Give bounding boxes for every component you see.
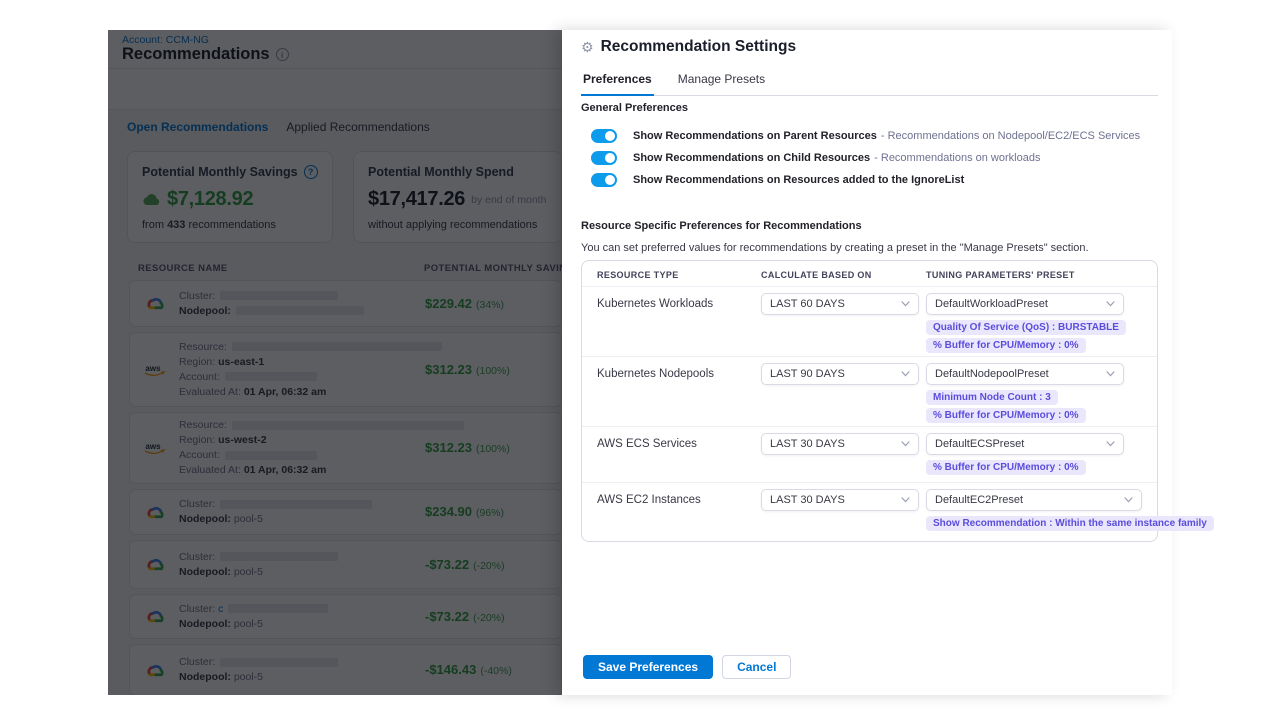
resource-preferences-table: RESOURCE TYPE CALCULATE BASED ON TUNING … <box>581 260 1158 542</box>
ignorelist-toggle[interactable] <box>591 173 617 187</box>
chevron-down-icon <box>1124 497 1133 503</box>
cancel-button[interactable]: Cancel <box>722 655 791 679</box>
toggle-label: Show Recommendations on Resources added … <box>633 174 964 186</box>
drawer-title: Recommendation Settings <box>601 38 797 56</box>
drawer-footer: Save Preferences Cancel <box>583 655 791 679</box>
resource-preferences-description: You can set preferred values for recomme… <box>581 242 1089 254</box>
recommendations-page: Account: CCM-NG Recommendations i Open R… <box>108 30 562 695</box>
toggle-row-child-resources: Show Recommendations on Child Resources … <box>591 147 1140 169</box>
preset-badge: Quality Of Service (QoS) : BURSTABLE <box>926 320 1126 335</box>
resource-type-label: AWS EC2 Instances <box>597 494 701 506</box>
resource-type-label: AWS ECS Services <box>597 438 697 450</box>
column-tuning-preset: TUNING PARAMETERS' PRESET <box>926 270 1075 280</box>
modal-dim-overlay <box>108 30 562 695</box>
general-preferences-toggles: Show Recommendations on Parent Resources… <box>591 125 1140 191</box>
column-resource-type: RESOURCE TYPE <box>597 270 679 280</box>
chevron-down-icon <box>901 371 910 377</box>
tuning-preset-dropdown[interactable]: DefaultECSPreset <box>926 433 1124 455</box>
parent-resources-toggle[interactable] <box>591 129 617 143</box>
toggle-label: Show Recommendations on Child Resources <box>633 152 870 164</box>
resource-preferences-heading: Resource Specific Preferences for Recomm… <box>581 220 862 232</box>
preset-badge: Minimum Node Count : 3 <box>926 390 1058 405</box>
screen: Account: CCM-NG Recommendations i Open R… <box>0 0 1280 720</box>
child-resources-toggle[interactable] <box>591 151 617 165</box>
recommendation-settings-drawer: ⚙ Recommendation Settings Preferences Ma… <box>562 30 1172 695</box>
tuning-preset-dropdown[interactable]: DefaultNodepoolPreset <box>926 363 1124 385</box>
pref-row-kubernetes-nodepools: Kubernetes Nodepools LAST 90 DAYS Defaul… <box>582 357 1157 427</box>
tab-manage-presets[interactable]: Manage Presets <box>676 68 767 95</box>
calculate-based-on-dropdown[interactable]: LAST 30 DAYS <box>761 489 919 511</box>
toggle-row-ignorelist: Show Recommendations on Resources added … <box>591 169 1140 191</box>
tuning-preset-dropdown[interactable]: DefaultEC2Preset <box>926 489 1142 511</box>
chevron-down-icon <box>901 441 910 447</box>
preset-badge: Show Recommendation : Within the same in… <box>926 516 1214 531</box>
calculate-based-on-dropdown[interactable]: LAST 60 DAYS <box>761 293 919 315</box>
column-calculate-based-on: CALCULATE BASED ON <box>761 270 872 280</box>
gear-icon: ⚙ <box>581 40 594 54</box>
toggle-row-parent-resources: Show Recommendations on Parent Resources… <box>591 125 1140 147</box>
chevron-down-icon <box>1106 371 1115 377</box>
chevron-down-icon <box>1106 441 1115 447</box>
preset-badge: % Buffer for CPU/Memory : 0% <box>926 338 1086 353</box>
calculate-based-on-dropdown[interactable]: LAST 30 DAYS <box>761 433 919 455</box>
general-preferences-heading: General Preferences <box>581 102 688 114</box>
chevron-down-icon <box>1106 301 1115 307</box>
toggle-label: Show Recommendations on Parent Resources <box>633 130 877 142</box>
preset-badge: % Buffer for CPU/Memory : 0% <box>926 460 1086 475</box>
chevron-down-icon <box>901 301 910 307</box>
toggle-description: - Recommendations on workloads <box>874 152 1040 164</box>
chevron-down-icon <box>901 497 910 503</box>
tuning-preset-dropdown[interactable]: DefaultWorkloadPreset <box>926 293 1124 315</box>
preset-badge: % Buffer for CPU/Memory : 0% <box>926 408 1086 423</box>
pref-row-aws-ec2-instances: AWS EC2 Instances LAST 30 DAYS DefaultEC… <box>582 483 1157 541</box>
pref-row-kubernetes-workloads: Kubernetes Workloads LAST 60 DAYS Defaul… <box>582 287 1157 357</box>
toggle-description: - Recommendations on Nodepool/EC2/ECS Se… <box>881 130 1140 142</box>
tab-preferences[interactable]: Preferences <box>581 68 654 95</box>
calculate-based-on-dropdown[interactable]: LAST 90 DAYS <box>761 363 919 385</box>
resource-type-label: Kubernetes Workloads <box>597 298 713 310</box>
drawer-title-row: ⚙ Recommendation Settings <box>581 38 796 56</box>
save-preferences-button[interactable]: Save Preferences <box>583 655 713 679</box>
settings-tabs: Preferences Manage Presets <box>581 68 1158 96</box>
pref-row-aws-ecs-services: AWS ECS Services LAST 30 DAYS DefaultECS… <box>582 427 1157 483</box>
resource-type-label: Kubernetes Nodepools <box>597 368 714 380</box>
preferences-table-header: RESOURCE TYPE CALCULATE BASED ON TUNING … <box>582 261 1157 287</box>
